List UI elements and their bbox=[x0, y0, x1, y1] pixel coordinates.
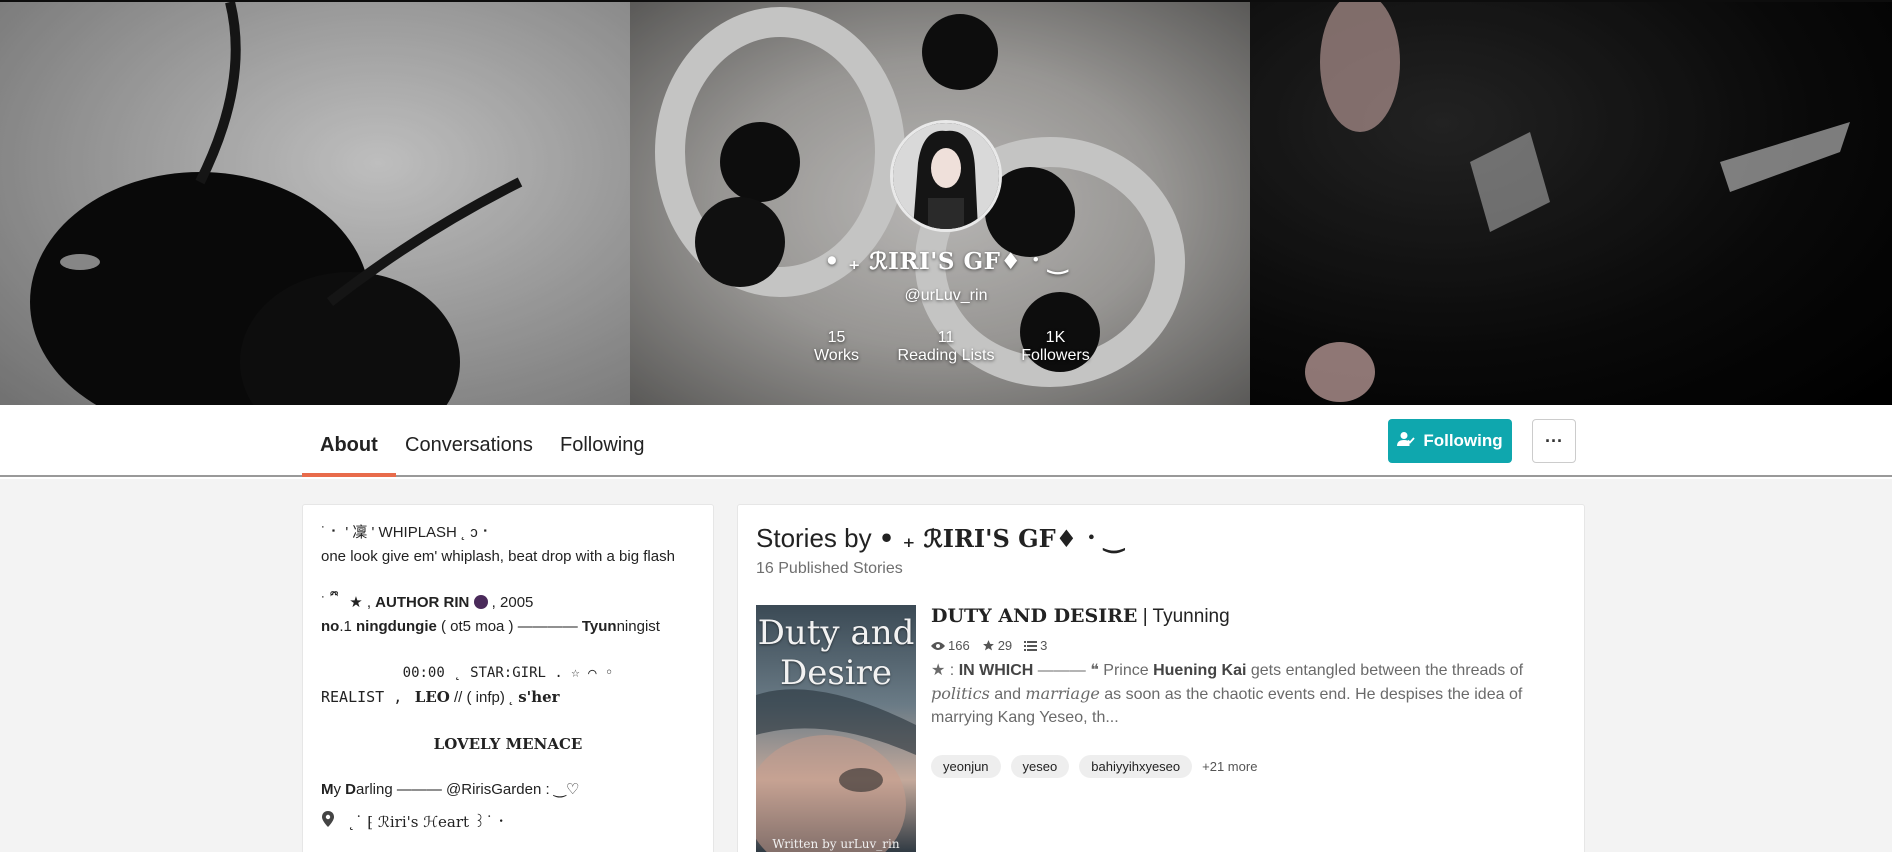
about-darling-link: arling ——— @RirisGarden : ‿♡ bbox=[356, 781, 580, 798]
about-card: ˙ ⠂ ' 凜 ' WHIPLASH ˛ ɔ ⠂ one look give e… bbox=[302, 504, 714, 852]
profile-header: • ₊ ℛIRI'S GF♦ ⠂‿ @urLuv_rin 15 Works 11… bbox=[0, 120, 1892, 365]
stories-count: 16 Published Stories bbox=[756, 560, 903, 577]
stat-works-value: 15 bbox=[827, 329, 846, 346]
story-meta: 166 29 3 bbox=[931, 638, 1561, 653]
profile-banner: • ₊ ℛIRI'S GF♦ ⠂‿ @urLuv_rin 15 Works 11… bbox=[0, 0, 1892, 405]
stat-reading-lists[interactable]: 11 Reading Lists bbox=[898, 329, 995, 365]
stat-reading-lists-value: 11 bbox=[937, 329, 955, 346]
desc-b: IN WHICH bbox=[958, 662, 1034, 679]
user-check-icon bbox=[1397, 431, 1416, 452]
desc-f: politics bbox=[931, 684, 990, 703]
about-line-realist: REALIST , LEO // ( infp) ˛ s'her bbox=[321, 685, 695, 710]
about-d: D bbox=[345, 781, 357, 798]
about-line-stargirl: 00:00 ˛ STAR:GIRL . ☆ ⌒ ◦ bbox=[402, 665, 614, 681]
more-tags-link[interactable]: +21 more bbox=[1202, 759, 1257, 774]
profile-nav: About Conversations Following Following … bbox=[0, 405, 1892, 477]
avatar[interactable] bbox=[890, 120, 1002, 232]
story-item[interactable]: Duty and Desire Written by urLuv_rin DUT… bbox=[756, 605, 1566, 852]
about-realist: REALIST , bbox=[321, 688, 403, 706]
story-votes-count: 29 bbox=[997, 638, 1013, 653]
location-pin-icon bbox=[321, 811, 335, 827]
about-y: y bbox=[333, 781, 346, 798]
about-leo: LEO bbox=[414, 688, 450, 706]
story-title-sub: | Tyunning bbox=[1142, 606, 1230, 627]
story-cover[interactable]: Duty and Desire Written by urLuv_rin bbox=[756, 605, 916, 852]
purple-heart-icon bbox=[473, 595, 488, 609]
stat-works[interactable]: 15 Works bbox=[802, 329, 872, 365]
tab-following[interactable]: Following bbox=[542, 425, 662, 477]
desc-g: and bbox=[989, 686, 1026, 703]
stat-followers[interactable]: 1K Followers bbox=[1020, 329, 1090, 365]
desc-e: gets entangled between the threads of bbox=[1246, 662, 1524, 679]
story-votes: 29 bbox=[982, 638, 1012, 653]
story-tags: yeonjun yeseo bahiyyihxyeseo +21 more bbox=[931, 755, 1561, 778]
about-sher: s'her bbox=[518, 688, 560, 706]
about-ningist: ningist bbox=[616, 618, 660, 635]
about-line-lyric: one look give em' whiplash, beat drop wi… bbox=[321, 548, 675, 565]
stories-heading-prefix: Stories by bbox=[756, 523, 872, 553]
about-line-whiplash: ˙ ⠂ ' 凜 ' WHIPLASH ˛ ɔ ⠂ bbox=[321, 524, 493, 541]
story-title-main: DUTY AND DESIRE bbox=[931, 605, 1138, 627]
ellipsis-icon: ··· bbox=[1545, 430, 1563, 451]
about-ot5: ( ot5 moa ) ———— bbox=[436, 618, 582, 635]
story-title[interactable]: DUTY AND DESIRE | Tyunning bbox=[931, 605, 1561, 628]
stat-reading-lists-label: Reading Lists bbox=[897, 347, 995, 364]
story-cover-title: Duty and Desire bbox=[757, 613, 915, 693]
desc-a: ★ : bbox=[931, 662, 959, 679]
about-author-prefix: ˙ ྀི ⠀ ★ , bbox=[321, 594, 376, 611]
stat-followers-label: Followers bbox=[1021, 347, 1090, 364]
star-icon bbox=[982, 640, 994, 651]
about-infp: // ( infp) ˛ bbox=[449, 689, 519, 706]
stories-card: Stories by • ₊ ℛIRI'S GF♦ ⠂‿ 16 Publishe… bbox=[737, 504, 1585, 852]
tag-pill[interactable]: yeseo bbox=[1010, 755, 1070, 778]
desc-d: Huening Kai bbox=[1153, 662, 1247, 679]
about-ningdungie: ningdungie bbox=[356, 618, 437, 635]
about-line-ningdungie: no.1 ningdungie ( ot5 moa ) ———— Tyunnin… bbox=[321, 615, 695, 639]
tab-conversations[interactable]: Conversations bbox=[387, 425, 551, 477]
profile-handle: @urLuv_rin bbox=[904, 287, 988, 304]
tab-about[interactable]: About bbox=[302, 425, 396, 477]
about-line-author: ˙ ྀི ⠀ ★ , AUTHOR RIN , 2005 bbox=[321, 591, 695, 615]
story-parts-count: 3 bbox=[1040, 638, 1048, 653]
stories-heading-name: • ₊ ℛIRI'S GF♦ ⠂‿ bbox=[878, 524, 1124, 553]
stories-heading: Stories by • ₊ ℛIRI'S GF♦ ⠂‿ bbox=[756, 523, 1566, 554]
story-reads-count: 166 bbox=[948, 638, 970, 653]
more-options-button[interactable]: ··· bbox=[1532, 419, 1576, 463]
story-description: ★ : IN WHICH ——— ❝ Prince Huening Kai ge… bbox=[931, 659, 1561, 729]
tag-pill[interactable]: bahiyyihxyeseo bbox=[1079, 755, 1193, 778]
story-body: DUTY AND DESIRE | Tyunning 166 29 3 ★: … bbox=[931, 605, 1561, 778]
about-author-name: AUTHOR RIN bbox=[375, 594, 470, 611]
following-button[interactable]: Following bbox=[1388, 419, 1512, 463]
about-m: M bbox=[321, 781, 334, 798]
story-reads: 166 bbox=[931, 638, 970, 653]
stat-works-label: Works bbox=[813, 347, 860, 364]
desc-c: ——— ❝ Prince bbox=[1033, 662, 1154, 679]
about-author-year: , 2005 bbox=[487, 594, 534, 611]
tag-pill[interactable]: yeonjun bbox=[931, 755, 1001, 778]
profile-display-name: • ₊ ℛIRI'S GF♦ ⠂‿ bbox=[824, 248, 1068, 275]
about-tyun: Tyun bbox=[581, 618, 617, 635]
about-location-text: ˛˙ ⁅ ℛiri's ℋeart ꒱˙ ⠂ bbox=[347, 813, 509, 831]
about-num: .1 bbox=[339, 618, 357, 635]
following-button-label: Following bbox=[1423, 431, 1503, 450]
desc-h: marriage bbox=[1025, 684, 1100, 703]
about-line-lovely-menace: LOVELY MENACE bbox=[433, 735, 583, 753]
about-line-darling: My Darling ——— @RirisGarden : ‿♡ bbox=[321, 778, 695, 802]
stat-followers-value: 1K bbox=[1045, 329, 1066, 346]
eye-icon bbox=[931, 641, 945, 650]
profile-stats: 15 Works 11 Reading Lists 1K Followers bbox=[0, 329, 1892, 365]
story-cover-byline: Written by urLuv_rin bbox=[772, 837, 900, 851]
story-parts: 3 bbox=[1024, 638, 1047, 653]
profile-content: ˙ ⠂ ' 凜 ' WHIPLASH ˛ ɔ ⠂ one look give e… bbox=[0, 479, 1892, 852]
about-location: ˛˙ ⁅ ℛiri's ℋeart ꒱˙ ⠂ bbox=[321, 810, 695, 835]
about-no: no bbox=[321, 618, 340, 635]
list-icon bbox=[1024, 640, 1038, 651]
